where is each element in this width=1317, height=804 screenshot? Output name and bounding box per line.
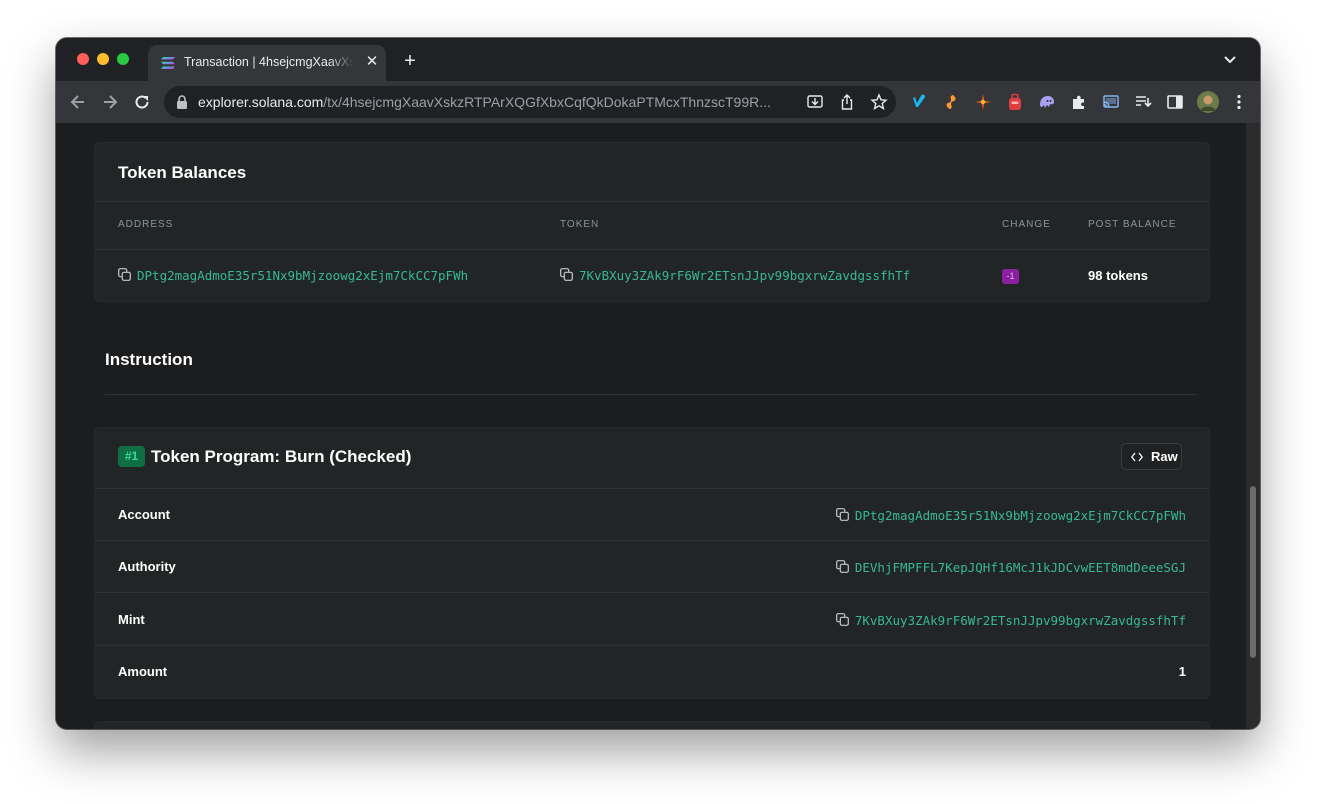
sparkle-icon[interactable] [974, 93, 992, 111]
instruction-section-title: Instruction [105, 350, 193, 369]
chevron-down-icon[interactable] [1221, 52, 1239, 68]
side-panel-icon[interactable] [1166, 93, 1184, 111]
code-icon [1131, 452, 1143, 462]
address-bar[interactable]: explorer.solana.com/tx/4hsejcmgXaavXskzR… [164, 86, 896, 118]
balance-token-link[interactable]: 7KvBXuy3ZAk9rF6Wr2ETsnJJpv99bgxrwZavdgss… [579, 268, 910, 283]
account-address-link[interactable]: DPtg2magAdmoE35r51Nx9bMjzoowg2xEjm7CkCC7… [855, 508, 1186, 523]
cast-icon[interactable] [1102, 93, 1120, 111]
column-header-post-balance: POST BALANCE [1088, 219, 1177, 230]
field-label-amount: Amount [118, 664, 168, 679]
url-path: /tx/4hsejcmgXaavXskzRTPArXQGfXbxCqfQkDok… [323, 94, 771, 110]
backpack-icon[interactable] [1006, 93, 1024, 111]
token-balances-title: Token Balances [118, 163, 247, 182]
phantom-icon[interactable] [1038, 93, 1056, 111]
divider [95, 645, 1209, 646]
column-header-token: TOKEN [560, 219, 600, 230]
copy-icon[interactable] [118, 268, 131, 281]
close-window-button[interactable] [77, 53, 89, 65]
instruction-card: #1 Token Program: Burn (Checked) Raw Acc… [94, 427, 1210, 699]
account-value: DPtg2magAdmoE35r51Nx9bMjzoowg2xEjm7CkCC7… [835, 507, 1186, 525]
back-arrow-icon[interactable] [68, 92, 88, 112]
next-instruction-card [94, 721, 1210, 729]
column-header-change: CHANGE [1002, 219, 1051, 230]
instruction-title: Token Program: Burn (Checked) [151, 447, 412, 466]
share-icon[interactable] [838, 93, 856, 111]
lock-icon[interactable] [176, 95, 188, 109]
install-app-icon[interactable] [806, 93, 824, 111]
reload-icon[interactable] [132, 92, 152, 112]
instruction-number-badge: #1 [118, 446, 145, 467]
url-text[interactable]: explorer.solana.com/tx/4hsejcmgXaavXskzR… [198, 94, 788, 112]
raw-button[interactable]: Raw [1121, 443, 1182, 470]
new-tab-button[interactable]: + [400, 51, 420, 71]
divider [95, 540, 1209, 541]
post-balance: 98 tokens [1088, 268, 1148, 283]
field-label-mint: Mint [118, 612, 145, 627]
browser-window: Transaction | 4hsejcmgXaavXskzRTPArXQGfX… [56, 38, 1260, 729]
balance-address-link[interactable]: DPtg2magAdmoE35r51Nx9bMjzoowg2xEjm7CkCC7… [137, 268, 468, 283]
page-content: Token Balances ADDRESS TOKEN CHANGE POST… [56, 123, 1246, 729]
mint-value: 7KvBXuy3ZAk9rF6Wr2ETsnJJpv99bgxrwZavdgss… [835, 612, 1186, 630]
authority-address-link[interactable]: DEVhjFMPFFL7KepJQHf16McJ1kJDCvwEET8mdDee… [855, 560, 1186, 575]
divider [95, 201, 1209, 202]
forward-arrow-icon[interactable] [100, 92, 120, 112]
tab-title: Transaction | 4hsejcmgXaavXskzRTPArXQGfX… [184, 55, 354, 69]
bookmark-star-icon[interactable] [870, 93, 888, 111]
authority-value: DEVhjFMPFFL7KepJQHf16McJ1kJDCvwEET8mdDee… [835, 559, 1186, 577]
solana-favicon-icon [161, 57, 175, 69]
amount-value: 1 [1178, 664, 1186, 679]
divider [95, 592, 1209, 593]
token-balances-card: Token Balances ADDRESS TOKEN CHANGE POST… [94, 142, 1210, 302]
divider [95, 249, 1209, 250]
browser-toolbar: explorer.solana.com/tx/4hsejcmgXaavXskzR… [56, 81, 1260, 123]
solflare-icon[interactable] [942, 93, 960, 111]
raw-label: Raw [1151, 449, 1178, 464]
copy-icon[interactable] [835, 560, 849, 573]
url-host: explorer.solana.com [198, 94, 324, 110]
mint-address-link[interactable]: 7KvBXuy3ZAk9rF6Wr2ETsnJJpv99bgxrwZavdgss… [855, 613, 1186, 628]
puzzle-icon[interactable] [1070, 93, 1088, 111]
divider [95, 488, 1209, 489]
zoom-window-button[interactable] [117, 53, 129, 65]
copy-icon[interactable] [835, 508, 849, 521]
reading-list-icon[interactable] [1134, 93, 1152, 111]
tab-transaction[interactable]: Transaction | 4hsejcmgXaavXskzRTPArXQGfX… [148, 45, 386, 81]
field-label-account: Account [118, 507, 170, 522]
copy-icon[interactable] [560, 268, 573, 281]
more-menu-icon[interactable] [1230, 93, 1248, 111]
field-label-authority: Authority [118, 559, 176, 574]
column-header-address: ADDRESS [118, 219, 174, 230]
minimize-window-button[interactable] [97, 53, 109, 65]
page-scrollbar[interactable] [1246, 123, 1260, 729]
change-badge: -1 [1002, 269, 1019, 284]
profile-avatar[interactable] [1197, 91, 1219, 113]
close-tab-icon[interactable]: ✕ [364, 54, 380, 70]
section-divider [105, 394, 1197, 395]
copy-icon[interactable] [835, 613, 849, 626]
scrollbar-thumb[interactable] [1250, 486, 1256, 658]
tab-strip: Transaction | 4hsejcmgXaavXskzRTPArXQGfX… [56, 38, 1260, 81]
vimeo-icon[interactable] [910, 93, 928, 111]
